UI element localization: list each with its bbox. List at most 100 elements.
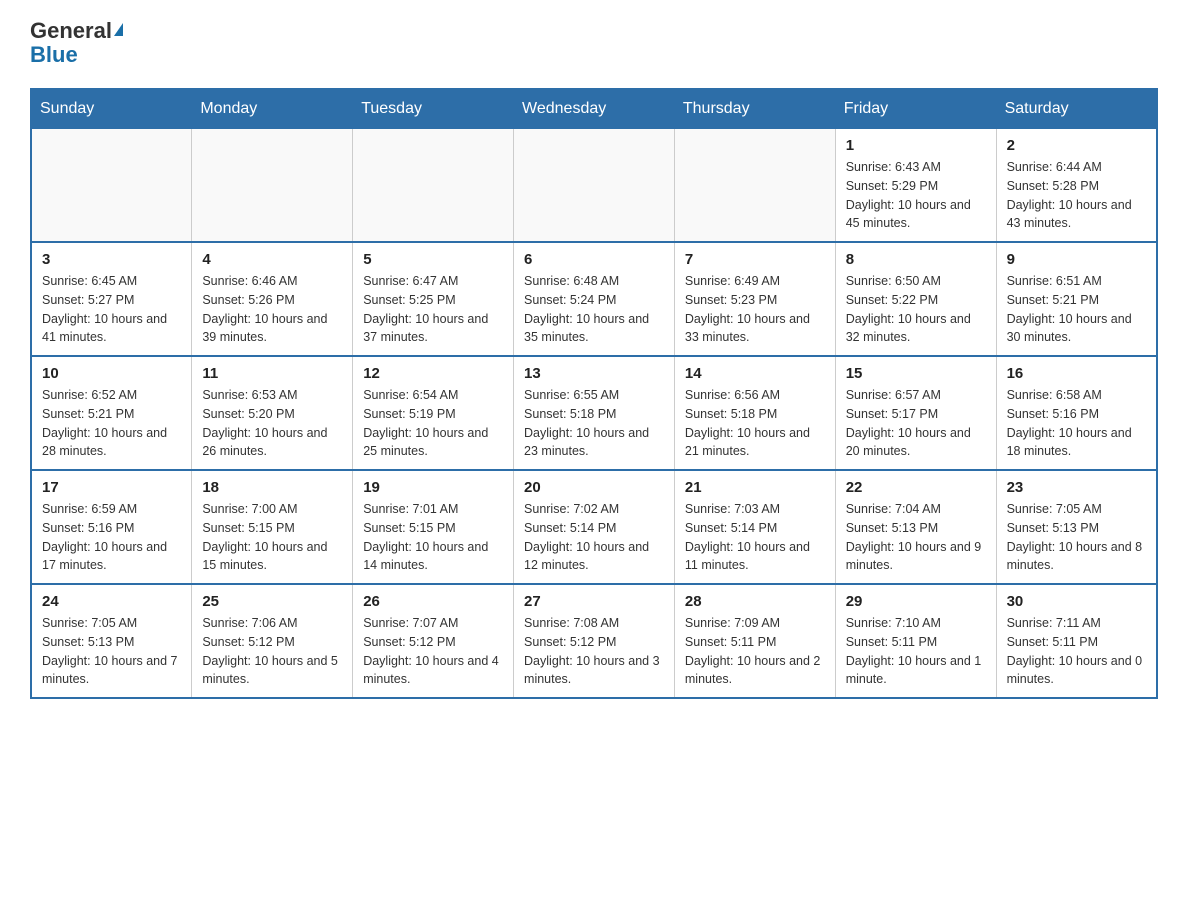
day-number: 14 — [685, 365, 825, 382]
day-of-week-header: Monday — [192, 89, 353, 129]
day-of-week-header: Thursday — [674, 89, 835, 129]
day-info: Sunrise: 6:53 AM Sunset: 5:20 PM Dayligh… — [202, 386, 342, 461]
day-info: Sunrise: 6:52 AM Sunset: 5:21 PM Dayligh… — [42, 386, 181, 461]
day-number: 4 — [202, 251, 342, 268]
calendar-cell — [192, 129, 353, 243]
calendar-header-row: SundayMondayTuesdayWednesdayThursdayFrid… — [31, 89, 1157, 129]
calendar-cell: 14 Sunrise: 6:56 AM Sunset: 5:18 PM Dayli… — [674, 356, 835, 470]
day-info: Sunrise: 7:05 AM Sunset: 5:13 PM Dayligh… — [42, 614, 181, 689]
day-info: Sunrise: 6:51 AM Sunset: 5:21 PM Dayligh… — [1007, 272, 1146, 347]
calendar-cell: 26 Sunrise: 7:07 AM Sunset: 5:12 PM Dayli… — [353, 584, 514, 698]
day-info: Sunrise: 6:47 AM Sunset: 5:25 PM Dayligh… — [363, 272, 503, 347]
calendar-cell: 21 Sunrise: 7:03 AM Sunset: 5:14 PM Dayli… — [674, 470, 835, 584]
day-info: Sunrise: 6:58 AM Sunset: 5:16 PM Dayligh… — [1007, 386, 1146, 461]
day-info: Sunrise: 6:55 AM Sunset: 5:18 PM Dayligh… — [524, 386, 664, 461]
day-number: 8 — [846, 251, 986, 268]
day-info: Sunrise: 7:04 AM Sunset: 5:13 PM Dayligh… — [846, 500, 986, 575]
calendar-week-row: 3 Sunrise: 6:45 AM Sunset: 5:27 PM Daylig… — [31, 242, 1157, 356]
day-of-week-header: Tuesday — [353, 89, 514, 129]
day-info: Sunrise: 7:06 AM Sunset: 5:12 PM Dayligh… — [202, 614, 342, 689]
calendar-cell: 23 Sunrise: 7:05 AM Sunset: 5:13 PM Dayli… — [996, 470, 1157, 584]
day-number: 20 — [524, 479, 664, 496]
day-number: 25 — [202, 593, 342, 610]
calendar-cell: 18 Sunrise: 7:00 AM Sunset: 5:15 PM Dayli… — [192, 470, 353, 584]
day-info: Sunrise: 7:08 AM Sunset: 5:12 PM Dayligh… — [524, 614, 664, 689]
day-number: 23 — [1007, 479, 1146, 496]
day-info: Sunrise: 6:54 AM Sunset: 5:19 PM Dayligh… — [363, 386, 503, 461]
day-number: 30 — [1007, 593, 1146, 610]
day-number: 6 — [524, 251, 664, 268]
day-number: 13 — [524, 365, 664, 382]
day-of-week-header: Friday — [835, 89, 996, 129]
logo-general: General — [30, 20, 123, 42]
calendar-cell: 8Sunrise: 6:50 AM Sunset: 5:22 PM Daylig… — [835, 242, 996, 356]
day-number: 12 — [363, 365, 503, 382]
calendar-cell: 10 Sunrise: 6:52 AM Sunset: 5:21 PM Dayli… — [31, 356, 192, 470]
day-info: Sunrise: 7:11 AM Sunset: 5:11 PM Dayligh… — [1007, 614, 1146, 689]
page-header: General Blue — [30, 20, 1158, 68]
logo: General Blue — [30, 20, 123, 68]
calendar-cell: 12 Sunrise: 6:54 AM Sunset: 5:19 PM Dayli… — [353, 356, 514, 470]
day-number: 1 — [846, 137, 986, 154]
day-number: 28 — [685, 593, 825, 610]
day-info: Sunrise: 7:09 AM Sunset: 5:11 PM Dayligh… — [685, 614, 825, 689]
day-number: 10 — [42, 365, 181, 382]
calendar-cell: 5Sunrise: 6:47 AM Sunset: 5:25 PM Daylig… — [353, 242, 514, 356]
day-number: 26 — [363, 593, 503, 610]
day-number: 16 — [1007, 365, 1146, 382]
calendar-cell: 11 Sunrise: 6:53 AM Sunset: 5:20 PM Dayli… — [192, 356, 353, 470]
day-info: Sunrise: 7:05 AM Sunset: 5:13 PM Dayligh… — [1007, 500, 1146, 575]
calendar-table: SundayMondayTuesdayWednesdayThursdayFrid… — [30, 88, 1158, 699]
calendar-cell: 24Sunrise: 7:05 AM Sunset: 5:13 PM Dayli… — [31, 584, 192, 698]
day-number: 17 — [42, 479, 181, 496]
day-info: Sunrise: 6:46 AM Sunset: 5:26 PM Dayligh… — [202, 272, 342, 347]
day-info: Sunrise: 6:45 AM Sunset: 5:27 PM Dayligh… — [42, 272, 181, 347]
day-number: 27 — [524, 593, 664, 610]
day-info: Sunrise: 7:01 AM Sunset: 5:15 PM Dayligh… — [363, 500, 503, 575]
calendar-cell: 6Sunrise: 6:48 AM Sunset: 5:24 PM Daylig… — [514, 242, 675, 356]
calendar-cell: 16 Sunrise: 6:58 AM Sunset: 5:16 PM Dayli… — [996, 356, 1157, 470]
calendar-cell: 30 Sunrise: 7:11 AM Sunset: 5:11 PM Dayli… — [996, 584, 1157, 698]
day-of-week-header: Saturday — [996, 89, 1157, 129]
calendar-cell: 28 Sunrise: 7:09 AM Sunset: 5:11 PM Dayli… — [674, 584, 835, 698]
day-info: Sunrise: 6:49 AM Sunset: 5:23 PM Dayligh… — [685, 272, 825, 347]
calendar-week-row: 24Sunrise: 7:05 AM Sunset: 5:13 PM Dayli… — [31, 584, 1157, 698]
day-number: 9 — [1007, 251, 1146, 268]
calendar-cell — [353, 129, 514, 243]
calendar-cell: 15Sunrise: 6:57 AM Sunset: 5:17 PM Dayli… — [835, 356, 996, 470]
day-info: Sunrise: 6:56 AM Sunset: 5:18 PM Dayligh… — [685, 386, 825, 461]
calendar-body: 1 Sunrise: 6:43 AM Sunset: 5:29 PM Daylig… — [31, 129, 1157, 699]
day-info: Sunrise: 6:43 AM Sunset: 5:29 PM Dayligh… — [846, 158, 986, 233]
day-info: Sunrise: 7:07 AM Sunset: 5:12 PM Dayligh… — [363, 614, 503, 689]
calendar-cell: 13 Sunrise: 6:55 AM Sunset: 5:18 PM Dayli… — [514, 356, 675, 470]
day-info: Sunrise: 6:59 AM Sunset: 5:16 PM Dayligh… — [42, 500, 181, 575]
day-of-week-header: Wednesday — [514, 89, 675, 129]
day-number: 11 — [202, 365, 342, 382]
calendar-cell: 25 Sunrise: 7:06 AM Sunset: 5:12 PM Dayli… — [192, 584, 353, 698]
day-info: Sunrise: 7:10 AM Sunset: 5:11 PM Dayligh… — [846, 614, 986, 689]
day-info: Sunrise: 7:03 AM Sunset: 5:14 PM Dayligh… — [685, 500, 825, 575]
calendar-cell: 19 Sunrise: 7:01 AM Sunset: 5:15 PM Dayli… — [353, 470, 514, 584]
day-number: 29 — [846, 593, 986, 610]
calendar-cell: 22 Sunrise: 7:04 AM Sunset: 5:13 PM Dayli… — [835, 470, 996, 584]
calendar-cell: 20Sunrise: 7:02 AM Sunset: 5:14 PM Dayli… — [514, 470, 675, 584]
day-info: Sunrise: 7:00 AM Sunset: 5:15 PM Dayligh… — [202, 500, 342, 575]
day-number: 21 — [685, 479, 825, 496]
calendar-cell: 3 Sunrise: 6:45 AM Sunset: 5:27 PM Daylig… — [31, 242, 192, 356]
day-number: 19 — [363, 479, 503, 496]
day-number: 7 — [685, 251, 825, 268]
calendar-cell: 17 Sunrise: 6:59 AM Sunset: 5:16 PM Dayli… — [31, 470, 192, 584]
logo-blue-text: Blue — [30, 42, 78, 68]
calendar-cell: 27 Sunrise: 7:08 AM Sunset: 5:12 PM Dayli… — [514, 584, 675, 698]
calendar-cell — [514, 129, 675, 243]
day-of-week-header: Sunday — [31, 89, 192, 129]
day-number: 18 — [202, 479, 342, 496]
calendar-cell — [31, 129, 192, 243]
calendar-cell: 1 Sunrise: 6:43 AM Sunset: 5:29 PM Daylig… — [835, 129, 996, 243]
day-number: 3 — [42, 251, 181, 268]
calendar-cell: 29 Sunrise: 7:10 AM Sunset: 5:11 PM Dayli… — [835, 584, 996, 698]
day-number: 22 — [846, 479, 986, 496]
calendar-week-row: 17 Sunrise: 6:59 AM Sunset: 5:16 PM Dayli… — [31, 470, 1157, 584]
day-info: Sunrise: 6:44 AM Sunset: 5:28 PM Dayligh… — [1007, 158, 1146, 233]
calendar-cell: 9 Sunrise: 6:51 AM Sunset: 5:21 PM Daylig… — [996, 242, 1157, 356]
